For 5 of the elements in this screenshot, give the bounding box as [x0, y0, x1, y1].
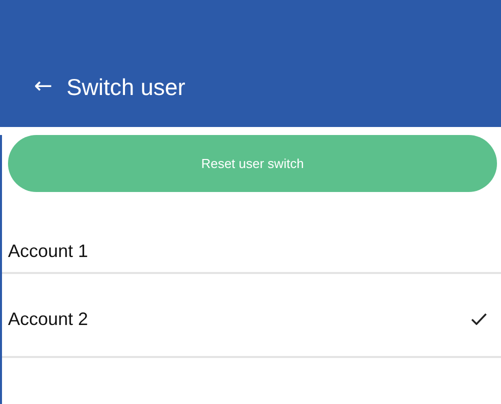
screen-title: Switch user: [66, 73, 186, 102]
back-button[interactable]: ←: [34, 71, 52, 103]
check-icon: [471, 313, 487, 325]
account-name: Account 1: [8, 240, 88, 262]
account-name: Account 2: [8, 308, 88, 330]
